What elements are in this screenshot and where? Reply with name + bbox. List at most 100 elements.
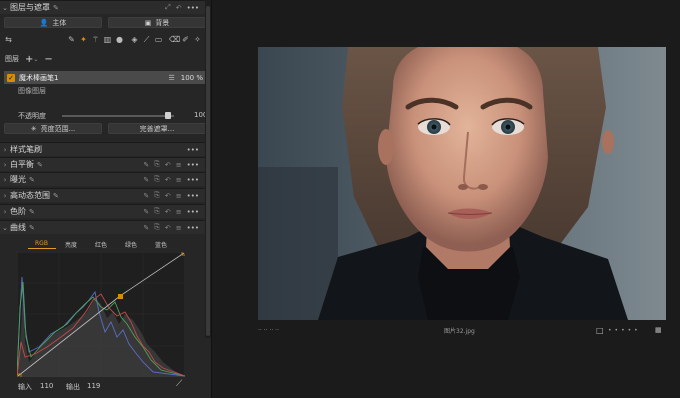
brush-icon[interactable]: ✎ bbox=[143, 192, 149, 200]
brush-icon[interactable]: ✎ bbox=[67, 35, 76, 44]
tab-rgb[interactable]: RGB bbox=[35, 240, 48, 247]
section-styles[interactable]: › 样式笔刷 ••• bbox=[0, 142, 205, 156]
list-icon[interactable]: ≡ bbox=[176, 208, 182, 216]
section-title: 白平衡 bbox=[10, 160, 34, 169]
chevron-right-icon[interactable]: › bbox=[0, 146, 10, 154]
linear-gradient-icon[interactable]: ▥ bbox=[103, 35, 112, 44]
section-curves[interactable]: ⌄ 曲线 ✎ ✎ ⎘ ↶ ≡ ••• bbox=[0, 220, 205, 234]
brightness-range-button[interactable]: ✳ 亮度范围... bbox=[4, 123, 102, 134]
pencil-icon: ✎ bbox=[53, 191, 59, 200]
opacity-slider-track[interactable] bbox=[62, 115, 174, 117]
subject-button-label: 主体 bbox=[52, 18, 67, 27]
copy-icon[interactable]: ⎘ bbox=[154, 223, 160, 232]
move-icon[interactable]: ⤢ bbox=[165, 3, 171, 12]
panel-scrollbar[interactable] bbox=[205, 0, 211, 338]
eraser-icon[interactable]: ⌫ bbox=[169, 35, 180, 44]
section-title: 曝光 bbox=[10, 175, 26, 184]
eyedropper-icon[interactable]: ⟋ bbox=[142, 35, 151, 44]
more-icon[interactable]: ••• bbox=[187, 176, 199, 184]
swap-icon[interactable]: ⇆ bbox=[4, 35, 13, 44]
rating-square-icon[interactable]: □ bbox=[596, 326, 604, 335]
curve-graph[interactable] bbox=[17, 252, 185, 377]
copy-icon[interactable]: ⎘ bbox=[154, 207, 160, 216]
input-value: 110 bbox=[40, 382, 54, 390]
brush-icon[interactable]: ✎ bbox=[143, 176, 149, 184]
reset-icon[interactable]: ↶ bbox=[165, 224, 171, 232]
magic-brush-icon[interactable]: ✦ bbox=[79, 35, 88, 44]
reset-icon[interactable]: ↶ bbox=[165, 192, 171, 200]
reset-icon[interactable]: ↶ bbox=[165, 208, 171, 216]
copy-icon[interactable]: ⎘ bbox=[154, 160, 160, 169]
grid-icon[interactable]: ▦ bbox=[655, 326, 662, 334]
output-label: 输出 bbox=[66, 383, 80, 391]
eyedropper-icon[interactable]: ⟋ bbox=[176, 379, 182, 389]
chevron-right-icon[interactable]: › bbox=[0, 192, 10, 200]
chevron-right-icon[interactable]: › bbox=[0, 161, 10, 169]
section-white-balance[interactable]: › 白平衡 ✎ ✎ ⎘ ↶ ≡ ••• bbox=[0, 157, 205, 171]
copy-icon[interactable]: ⎘ bbox=[154, 175, 160, 184]
more-icon[interactable]: ••• bbox=[187, 146, 199, 154]
refine-mask-button[interactable]: 完善遮罩... bbox=[108, 123, 206, 134]
layers-section-header[interactable]: ⌄ 图层与遮罩 ✎ ⤢ ↶ ••• bbox=[0, 0, 205, 14]
background-button[interactable]: ▣ 背景 bbox=[108, 17, 206, 28]
brush-icon[interactable]: ✎ bbox=[143, 208, 149, 216]
brush-icon[interactable]: ✎ bbox=[143, 161, 149, 169]
chevron-right-icon[interactable]: › bbox=[0, 176, 10, 184]
remove-layer-icon[interactable]: − bbox=[44, 54, 52, 65]
subject-button[interactable]: 👤 主体 bbox=[4, 17, 102, 28]
copy-icon[interactable]: ⎘ bbox=[154, 191, 160, 200]
chevron-down-icon[interactable]: ⌄ bbox=[0, 224, 10, 232]
layer-sub-row: 图像图层 bbox=[0, 86, 205, 96]
list-icon[interactable]: ≡ bbox=[176, 192, 182, 200]
chevron-right-icon[interactable]: › bbox=[0, 208, 10, 216]
checkbox[interactable]: ✓ bbox=[7, 73, 15, 82]
tool-panel: ⌄ 图层与遮罩 ✎ ⤢ ↶ ••• 👤 主体 ▣ 背景 ⇆ ✎ ✦ ⚚ ▥ ● … bbox=[0, 0, 212, 398]
more-icon[interactable]: ••• bbox=[187, 224, 199, 232]
tab-red[interactable]: 红色 bbox=[95, 240, 107, 249]
layer-item[interactable]: ✓ 魔术棒画笔1 ☰ 100 % bbox=[4, 71, 207, 84]
scrollbar-thumb[interactable] bbox=[206, 6, 210, 336]
magic-wand-icon[interactable]: ⚚ bbox=[91, 35, 100, 44]
tab-luma[interactable]: 亮度 bbox=[65, 240, 77, 249]
sliders-icon[interactable]: ☰ bbox=[168, 74, 174, 82]
list-icon[interactable]: ≡ bbox=[176, 224, 182, 232]
brightness-range-label: 亮度范围... bbox=[40, 124, 76, 133]
opacity-label: 不透明度 bbox=[18, 112, 46, 120]
section-exposure[interactable]: › 曝光 ✎ ✎ ⎘ ↶ ≡ ••• bbox=[0, 172, 205, 186]
brush-icon[interactable]: ✎ bbox=[143, 224, 149, 232]
fill-icon[interactable]: ◈ bbox=[130, 35, 139, 44]
more-icon[interactable]: ••• bbox=[187, 4, 199, 12]
list-icon[interactable]: ≡ bbox=[176, 176, 182, 184]
rect-icon[interactable]: ▭ bbox=[154, 35, 163, 44]
reset-icon[interactable]: ↶ bbox=[176, 4, 182, 12]
more-icon[interactable]: ••• bbox=[187, 161, 199, 169]
tab-blue[interactable]: 蓝色 bbox=[155, 240, 167, 249]
refine-brush-icon[interactable]: ✐ bbox=[181, 35, 190, 44]
more-icon[interactable]: ••• bbox=[187, 208, 199, 216]
photo-canvas[interactable] bbox=[258, 47, 666, 320]
chevron-down-icon[interactable]: ⌄ bbox=[33, 56, 38, 63]
section-hdr[interactable]: › 高动态范围 ✎ ✎ ⎘ ↶ ≡ ••• bbox=[0, 188, 205, 202]
add-layer-icon[interactable]: + bbox=[25, 54, 33, 65]
output-value: 119 bbox=[87, 382, 101, 390]
filename: 图片32.jpg bbox=[444, 327, 475, 335]
tab-green[interactable]: 绿色 bbox=[125, 240, 137, 249]
heal-icon[interactable]: ✧ bbox=[193, 35, 202, 44]
reset-icon[interactable]: ↶ bbox=[165, 176, 171, 184]
list-icon[interactable]: ≡ bbox=[176, 161, 182, 169]
section-title: 样式笔刷 bbox=[10, 145, 42, 154]
radial-gradient-icon[interactable]: ● bbox=[115, 35, 124, 44]
chevron-down-icon[interactable]: ⌄ bbox=[0, 4, 10, 12]
layers-bar: 图层 + ⌄ − bbox=[0, 53, 205, 65]
rating-dots[interactable]: ••••• bbox=[608, 327, 641, 334]
opacity-slider-knob[interactable] bbox=[165, 112, 171, 119]
more-icon[interactable]: ••• bbox=[187, 192, 199, 200]
input-label: 输入 bbox=[18, 383, 32, 391]
reset-icon[interactable]: ↶ bbox=[165, 161, 171, 169]
section-levels[interactable]: › 色阶 ✎ ✎ ⎘ ↶ ≡ ••• bbox=[0, 204, 205, 218]
curve-point-selected[interactable] bbox=[118, 294, 123, 299]
nav-dots[interactable]: ·· ·· ·· ·· bbox=[258, 327, 279, 334]
section-title: 曲线 bbox=[10, 223, 26, 232]
sun-icon: ✳ bbox=[30, 124, 37, 133]
background-button-label: 背景 bbox=[155, 18, 170, 27]
